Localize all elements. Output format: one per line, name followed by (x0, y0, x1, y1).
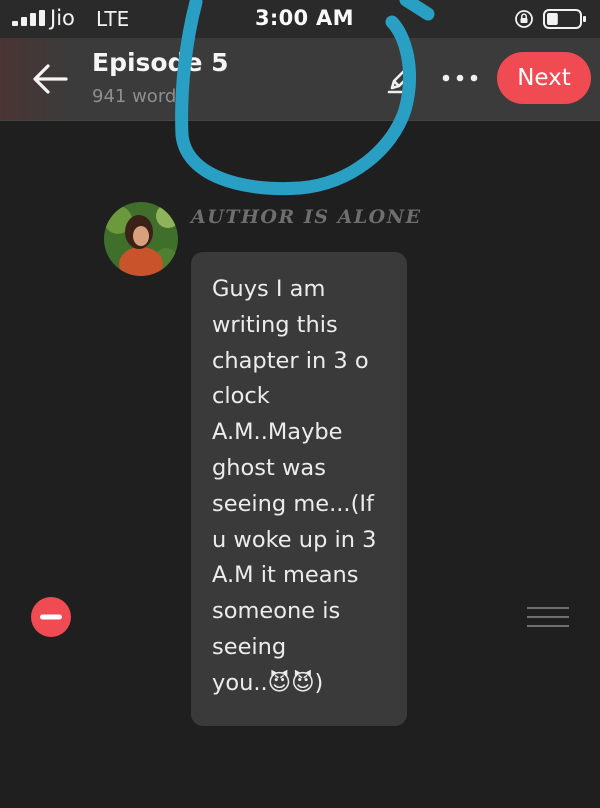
message-text: Guys I am writing this chapter in 3 o cl… (212, 276, 377, 696)
edit-pencil-icon[interactable] (386, 64, 416, 94)
status-time: 3:00 AM (255, 6, 354, 30)
signal-icon (12, 10, 45, 26)
back-arrow-icon[interactable] (32, 63, 68, 95)
remove-icon[interactable] (30, 596, 72, 638)
message-bubble[interactable]: Guys I am writing this chapter in 3 o cl… (191, 252, 407, 726)
editor-header: Episode 5 941 words Next (0, 38, 600, 121)
more-icon[interactable] (440, 68, 480, 88)
battery-icon (543, 9, 586, 29)
drag-handle-icon[interactable] (527, 606, 569, 628)
next-button[interactable]: Next (497, 52, 591, 104)
author-avatar (104, 202, 178, 276)
network-type: LTE (96, 7, 130, 31)
carrier-name: Jio (50, 6, 75, 30)
episode-title: Episode 5 (92, 48, 229, 77)
status-bar: Jio LTE 3:00 AM (0, 0, 600, 38)
orientation-lock-icon (515, 10, 533, 28)
author-name: AUTHOR IS ALONE (191, 206, 422, 228)
word-count: 941 words (92, 86, 186, 107)
